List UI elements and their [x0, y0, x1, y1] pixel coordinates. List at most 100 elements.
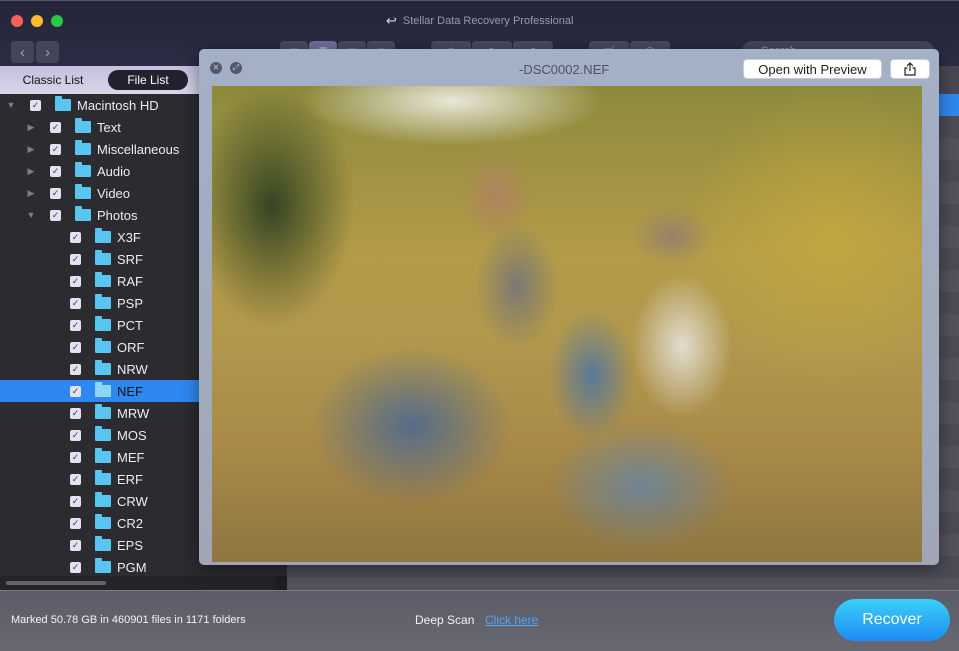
tree-item-cr2[interactable]: ✓ CR2 — [0, 512, 200, 534]
tree-item-label: ERF — [117, 471, 143, 487]
disclosure-collapsed-icon[interactable]: ▶ — [26, 188, 36, 199]
checkbox[interactable]: ✓ — [70, 231, 81, 243]
tree-item-nef[interactable]: ✓ NEF — [0, 380, 200, 402]
checkbox[interactable]: ✓ — [70, 319, 81, 331]
checkbox[interactable]: ✓ — [30, 99, 41, 111]
window-minimize-button[interactable] — [31, 15, 43, 27]
checkbox[interactable]: ✓ — [70, 363, 81, 375]
checkbox[interactable]: ✓ — [70, 407, 81, 419]
folder-icon — [75, 184, 91, 199]
forward-button[interactable]: › — [36, 41, 59, 63]
checkbox[interactable]: ✓ — [70, 451, 81, 463]
app-logo-icon: ↩ — [386, 13, 397, 28]
checkbox[interactable]: ✓ — [50, 209, 61, 221]
app-title: ↩ Stellar Data Recovery Professional — [386, 13, 573, 29]
tree-item-eps[interactable]: ✓ EPS — [0, 534, 200, 556]
tab-classic-list[interactable]: Classic List — [8, 70, 98, 90]
share-icon — [904, 62, 916, 76]
folder-icon — [95, 228, 111, 243]
tree-item-label: Text — [97, 119, 121, 135]
tab-file-list[interactable]: File List — [108, 70, 188, 90]
recover-button[interactable]: Recover — [834, 599, 950, 641]
checkbox[interactable]: ✓ — [70, 341, 81, 353]
tree-item-erf[interactable]: ✓ ERF — [0, 468, 200, 490]
checkbox[interactable]: ✓ — [70, 517, 81, 529]
checkbox[interactable]: ✓ — [70, 275, 81, 287]
folder-icon — [95, 250, 111, 265]
deep-scan-link[interactable]: Click here — [485, 613, 538, 627]
tree-item-audio[interactable]: ▶ ✓ Audio — [0, 160, 200, 182]
window-close-button[interactable] — [11, 15, 23, 27]
tree-item-psp[interactable]: ✓ PSP — [0, 292, 200, 314]
preview-fullscreen-button[interactable]: ⤢ — [230, 62, 242, 74]
tree-item-srf[interactable]: ✓ SRF — [0, 248, 200, 270]
selected-file-row[interactable] — [937, 94, 959, 116]
deep-scan-label: Deep Scan — [415, 613, 475, 627]
tree-item-label: Macintosh HD — [77, 97, 159, 113]
folder-icon — [75, 162, 91, 177]
tree-item-label: ORF — [117, 339, 145, 355]
tree-item-mos[interactable]: ✓ MOS — [0, 424, 200, 446]
folder-icon — [95, 294, 111, 309]
app-window: ↩ Stellar Data Recovery Professional ‹ ›… — [0, 0, 959, 651]
checkbox[interactable]: ✓ — [50, 143, 61, 155]
checkbox[interactable]: ✓ — [70, 297, 81, 309]
folder-icon — [75, 118, 91, 133]
folder-icon — [95, 470, 111, 485]
disclosure-collapsed-icon[interactable]: ▶ — [26, 122, 36, 133]
tree-item-orf[interactable]: ✓ ORF — [0, 336, 200, 358]
disclosure-expanded-icon[interactable]: ▼ — [26, 210, 36, 220]
folder-icon — [95, 272, 111, 287]
tree-item-miscellaneous[interactable]: ▶ ✓ Miscellaneous — [0, 138, 200, 160]
scrollbar-thumb[interactable] — [6, 581, 106, 585]
tree-item-pgm[interactable]: ✓ PGM — [0, 556, 200, 578]
tree-item-label: Video — [97, 185, 131, 201]
preview-close-button[interactable]: ✕ — [210, 62, 222, 74]
checkbox[interactable]: ✓ — [70, 385, 81, 397]
back-button[interactable]: ‹ — [11, 41, 34, 63]
tree-item-photos[interactable]: ▼ ✓ Photos — [0, 204, 200, 226]
open-with-preview-button[interactable]: Open with Preview — [743, 59, 882, 79]
tree-item-pct[interactable]: ✓ PCT — [0, 314, 200, 336]
tree-item-label: EPS — [117, 537, 144, 553]
sidebar-tab-bar: Classic List File List — [0, 66, 200, 94]
tree-item-video[interactable]: ▶ ✓ Video — [0, 182, 200, 204]
share-button[interactable] — [890, 59, 930, 79]
tree-item-raf[interactable]: ✓ RAF — [0, 270, 200, 292]
disclosure-collapsed-icon[interactable]: ▶ — [26, 166, 36, 177]
disclosure-collapsed-icon[interactable]: ▶ — [26, 144, 36, 155]
checkbox[interactable]: ✓ — [50, 165, 61, 177]
tree-item-macintosh-hd[interactable]: ▼ ✓ Macintosh HD — [0, 94, 200, 116]
checkbox[interactable]: ✓ — [70, 253, 81, 265]
folder-icon — [95, 426, 111, 441]
checkbox[interactable]: ✓ — [50, 121, 61, 133]
sidebar-horizontal-scrollbar[interactable] — [0, 576, 276, 590]
tree-item-label: Audio — [97, 163, 131, 179]
tree-item-crw[interactable]: ✓ CRW — [0, 490, 200, 512]
checkbox[interactable]: ✓ — [70, 561, 81, 573]
folder-icon — [95, 360, 111, 375]
checkbox[interactable]: ✓ — [70, 495, 81, 507]
checkbox[interactable]: ✓ — [70, 429, 81, 441]
tree-item-text[interactable]: ▶ ✓ Text — [0, 116, 200, 138]
tree-item-nrw[interactable]: ✓ NRW — [0, 358, 200, 380]
folder-icon — [75, 140, 91, 155]
tree-item-mef[interactable]: ✓ MEF — [0, 446, 200, 468]
folder-icon — [95, 338, 111, 353]
tree-item-x3f[interactable]: ✓ X3F — [0, 226, 200, 248]
tree-item-mrw[interactable]: ✓ MRW — [0, 402, 200, 424]
marked-summary: Marked 50.78 GB in 460901 files in 1171 … — [11, 614, 246, 626]
checkbox[interactable]: ✓ — [50, 187, 61, 199]
folder-icon — [95, 448, 111, 463]
tree-item-label: MOS — [117, 427, 147, 443]
tree-item-label: RAF — [117, 273, 143, 289]
folder-icon — [95, 492, 111, 507]
tree-item-label: PCT — [117, 317, 143, 333]
checkbox[interactable]: ✓ — [70, 539, 81, 551]
tree-item-label: SRF — [117, 251, 143, 267]
checkbox[interactable]: ✓ — [70, 473, 81, 485]
fullscreen-icon: ⤢ — [232, 63, 240, 72]
window-zoom-button[interactable] — [51, 15, 63, 27]
app-title-text: Stellar Data Recovery Professional — [402, 15, 574, 27]
disclosure-expanded-icon[interactable]: ▼ — [6, 100, 16, 110]
